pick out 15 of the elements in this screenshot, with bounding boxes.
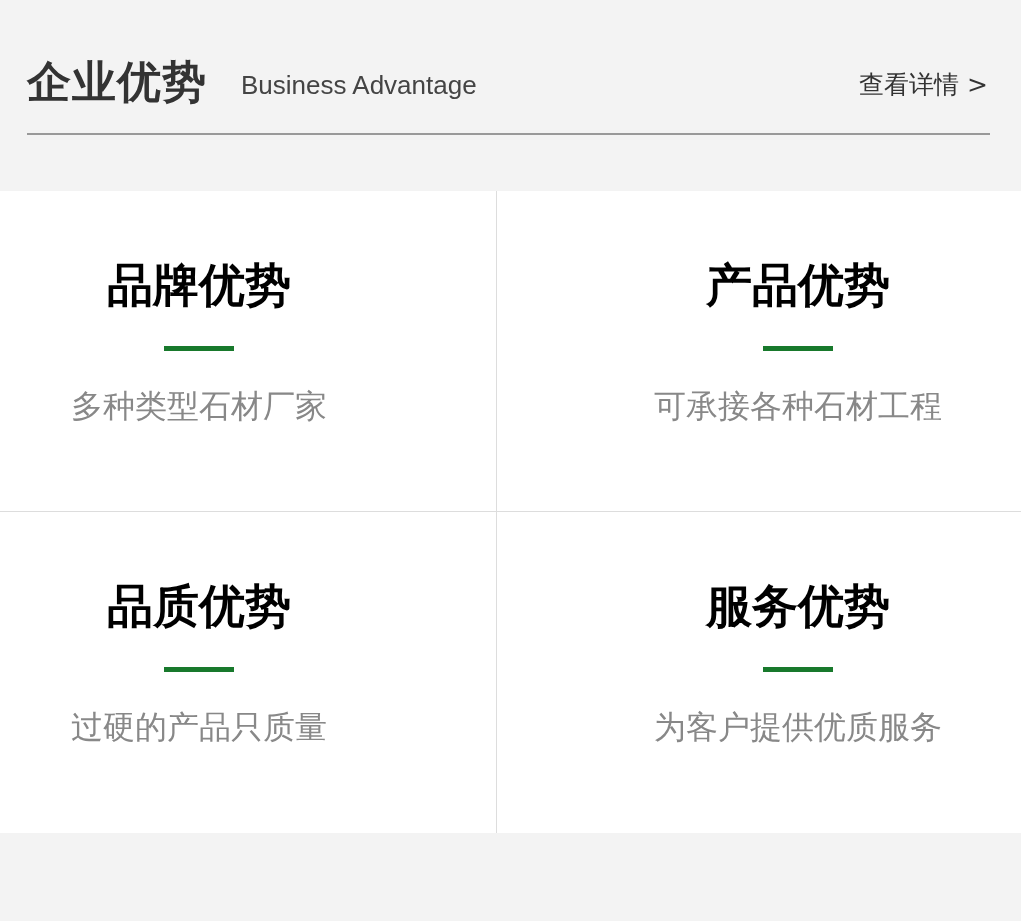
accent-bar (762, 346, 833, 351)
advantage-description: 过硬的产品只质量 (70, 707, 327, 748)
section-title: 企业优势 (27, 54, 207, 109)
advantage-description: 多种类型石材厂家 (70, 386, 327, 427)
accent-bar (163, 667, 234, 672)
view-details-link[interactable]: 查看详情 > (859, 67, 988, 101)
advantage-title: 品牌优势 (106, 257, 291, 314)
accent-bar (762, 667, 833, 672)
advantage-title: 服务优势 (705, 578, 890, 635)
advantage-description: 为客户提供优质服务 (653, 707, 942, 748)
advantage-title: 品质优势 (106, 578, 291, 635)
advantage-description: 可承接各种石材工程 (653, 386, 942, 427)
section-subtitle: Business Advantage (241, 69, 477, 101)
advantage-title: 产品优势 (705, 257, 890, 314)
accent-bar (163, 346, 234, 351)
